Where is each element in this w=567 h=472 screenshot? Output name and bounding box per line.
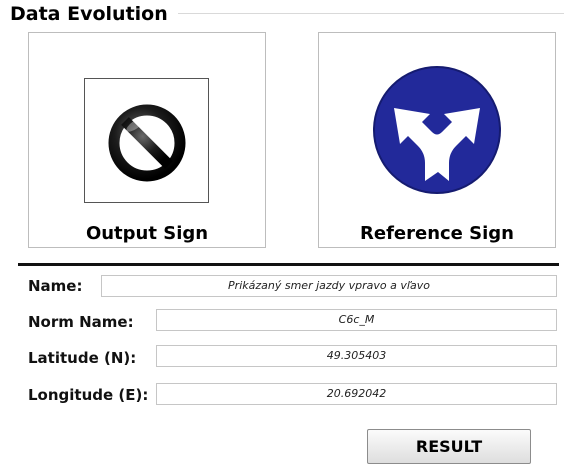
reference-sign-panel: Reference Sign — [318, 32, 556, 248]
name-field[interactable]: Prikázaný smer jazdy vpravo a vľavo — [101, 275, 557, 297]
reference-sign-image — [372, 65, 502, 195]
group-border — [178, 13, 564, 14]
norm-name-label: Norm Name: — [28, 313, 134, 331]
mandatory-left-right-arrows-icon — [373, 66, 501, 194]
latitude-label: Latitude (N): — [28, 349, 137, 367]
no-entry-prohibition-icon — [108, 104, 186, 182]
output-sign-frame — [84, 78, 209, 203]
reference-sign-label: Reference Sign — [360, 223, 514, 244]
result-button[interactable]: RESULT — [367, 429, 531, 464]
output-sign-label: Output Sign — [85, 223, 209, 244]
name-label: Name: — [28, 277, 83, 295]
section-divider — [18, 263, 559, 266]
output-sign-panel: Output Sign — [28, 32, 266, 248]
latitude-field[interactable]: 49.305403 — [156, 345, 557, 367]
longitude-field[interactable]: 20.692042 — [156, 383, 557, 405]
norm-name-field[interactable]: C6c_M — [156, 309, 557, 331]
longitude-label: Longitude (E): — [28, 386, 149, 404]
group-title: Data Evolution — [10, 3, 172, 25]
